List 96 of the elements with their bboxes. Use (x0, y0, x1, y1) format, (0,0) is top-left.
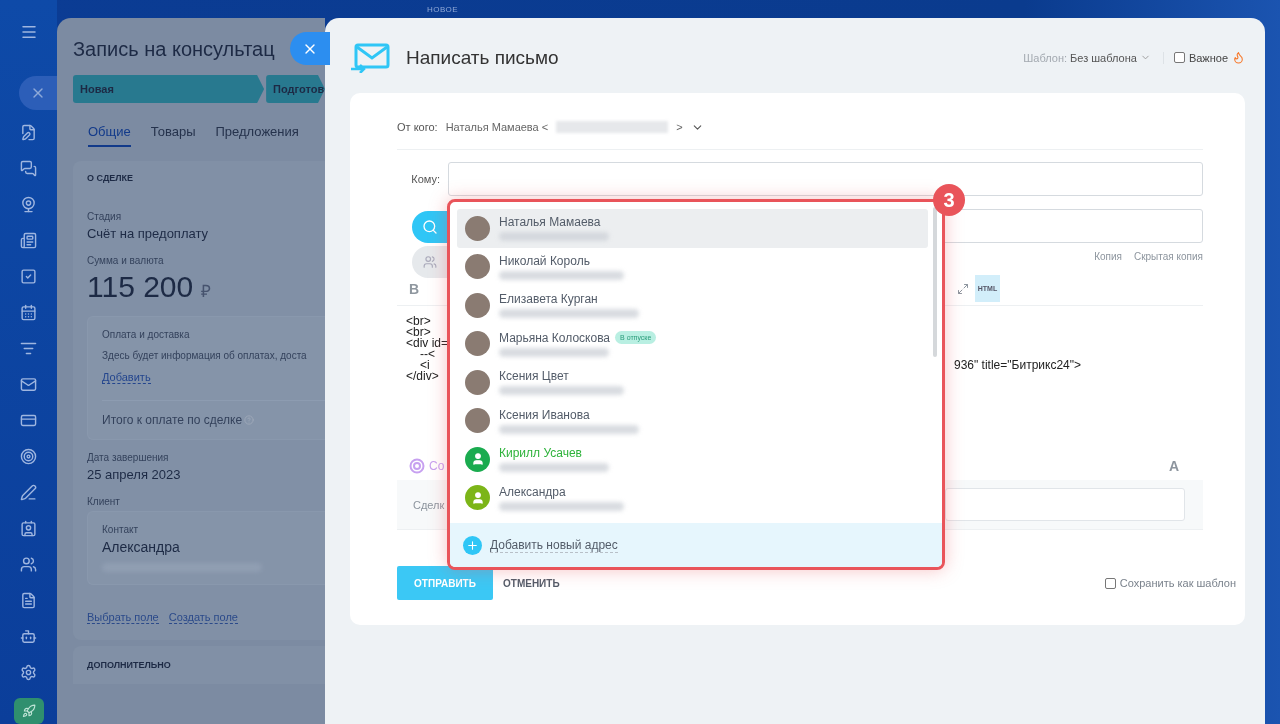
search-button[interactable] (412, 211, 448, 243)
bold-button[interactable]: B (409, 280, 420, 297)
flame-icon (1232, 51, 1245, 64)
contact-name: Кирилл Усачев (499, 446, 582, 461)
tab[interactable]: Товары (150, 124, 196, 147)
person-icon (470, 490, 485, 505)
new-label: НОВОЕ (427, 4, 459, 14)
cancel-button[interactable]: ОТМЕНИТЬ (497, 576, 566, 590)
tab[interactable]: Общие (88, 124, 131, 147)
copy-link[interactable]: Копия (1094, 251, 1122, 262)
people-button[interactable] (412, 246, 448, 278)
contact-name: Александра (102, 539, 181, 555)
target-icon[interactable] (20, 447, 37, 465)
contact-item[interactable]: Наталья Мамаева (457, 209, 928, 248)
field-label: Контакт (102, 524, 139, 535)
robot-icon[interactable] (20, 627, 37, 645)
mail-icon[interactable] (20, 375, 37, 393)
checkbox[interactable] (1173, 52, 1185, 63)
field-label: Сделк (413, 498, 445, 511)
contact-name: Николай Король (499, 253, 590, 268)
section-title: ДОПОЛНИТЕЛЬНО (87, 660, 172, 670)
code-line: --< (420, 349, 435, 360)
field-label: Сумма и валюта (87, 255, 165, 266)
field-link[interactable]: Создать поле (168, 611, 238, 624)
checkbox-icon[interactable] (20, 267, 37, 285)
avatar-photo-placeholder (465, 215, 490, 241)
currency-sign: ₽ (201, 281, 212, 302)
users-icon[interactable] (20, 555, 37, 573)
template-dropdown[interactable]: Без шаблона (1070, 51, 1137, 64)
expand-icon[interactable] (957, 282, 969, 295)
contact-name: Марьяна Колоскова (499, 330, 611, 345)
contact-name: Александра (499, 484, 566, 499)
document-pen-icon[interactable] (20, 123, 37, 141)
settings-icon[interactable] (20, 663, 37, 681)
add-address-button[interactable]: Добавить новый адрес (450, 523, 942, 567)
code-line: <br> (406, 316, 431, 327)
avatar-photo-placeholder (465, 331, 490, 357)
field-label: Стадия (87, 211, 123, 222)
avatar-photo-placeholder (465, 369, 490, 395)
person-icon (470, 452, 485, 467)
stage-step[interactable]: Подготов (266, 75, 325, 103)
deal-title: Запись на консультац (73, 38, 275, 61)
from-label: От кого: (397, 121, 438, 133)
camera-icon[interactable] (20, 195, 37, 213)
field-value: Счёт на предоплату (87, 226, 210, 241)
people-icon (423, 255, 437, 269)
amount-value: 115 200 (87, 270, 194, 304)
field-link[interactable]: Выбрать поле (87, 611, 159, 624)
copilot-label: Co (429, 459, 445, 473)
chat-bubbles-icon[interactable] (20, 159, 37, 177)
add-link[interactable]: Добавить (102, 371, 151, 384)
contact-name: Наталья Мамаева (499, 215, 601, 230)
sender-name: Наталья Мамаева < (445, 121, 549, 133)
to-label: Кому: (410, 173, 440, 185)
calendar-icon[interactable] (20, 303, 37, 321)
rocket-icon (21, 704, 36, 718)
spiral-logo-icon (409, 458, 425, 474)
contact-card-icon[interactable] (20, 519, 37, 537)
field-label: Клиент (87, 496, 121, 507)
info-text: Здесь будет информация об оплатах, доста (102, 350, 308, 361)
pen-icon[interactable] (20, 483, 37, 501)
search-icon (422, 219, 438, 235)
contact-name: Елизавета Курган (499, 292, 598, 307)
rocket-button[interactable] (13, 698, 44, 724)
code-line: </div> (406, 371, 439, 382)
field-value: 25 апреля 2023 (87, 467, 182, 482)
input-field[interactable] (945, 488, 1185, 521)
section-title: О СДЕЛКЕ (87, 173, 135, 183)
panel-title: Написать письмо (406, 46, 560, 69)
checkbox[interactable] (1104, 577, 1116, 589)
code-line: <i (420, 360, 430, 371)
field-label: Оплата и доставка (102, 329, 191, 340)
avatar-photo-placeholder (465, 408, 490, 434)
close-button[interactable] (18, 76, 57, 110)
code-line: 936" title="Битрикс24"> (954, 360, 1082, 371)
template-label: Шаблон: (1023, 51, 1068, 64)
avatar-photo-placeholder (465, 292, 490, 318)
tab[interactable]: Предложения (215, 124, 299, 147)
send-button[interactable]: ОТПРАВИТЬ (397, 566, 493, 600)
checkbox-label: Важное (1188, 51, 1228, 64)
stage-step[interactable]: Новая (73, 75, 265, 103)
contact-name: Ксения Цвет (499, 369, 569, 384)
font-button[interactable]: A (1162, 457, 1185, 475)
total-label: Итого к оплате по сделке (102, 413, 243, 427)
checkbox-label: Сохранить как шаблон (1119, 577, 1236, 589)
code-line: <br> (406, 327, 431, 338)
document-icon[interactable] (20, 591, 37, 609)
avatar-photo-placeholder (465, 254, 490, 280)
sender-bracket: > (676, 121, 683, 133)
copy-link[interactable]: Скрытая копия (1133, 251, 1203, 262)
field-label: Дата завершения (87, 452, 170, 463)
contact-name: Ксения Иванова (499, 407, 590, 422)
code-line: <div id= (406, 338, 449, 349)
mail-arrow-icon (350, 42, 390, 73)
plus-icon (466, 538, 479, 552)
newspaper-icon[interactable] (20, 231, 37, 249)
